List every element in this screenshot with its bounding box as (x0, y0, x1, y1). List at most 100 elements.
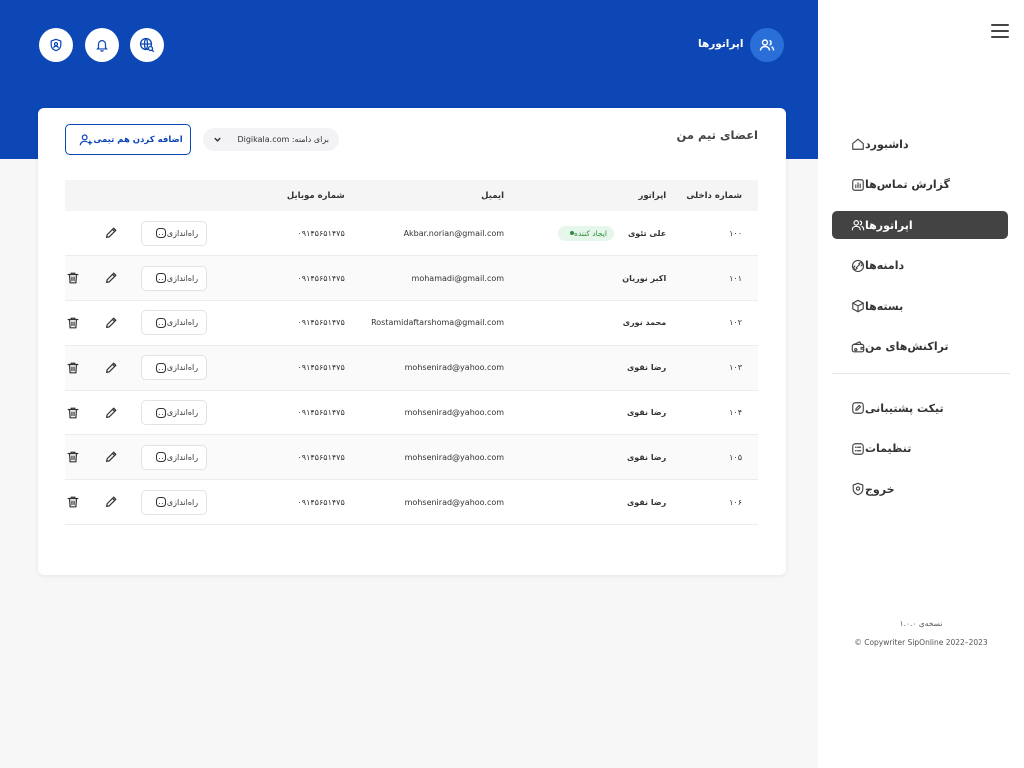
edit-icon (106, 272, 117, 284)
sidebar-item-5[interactable]: تراکنش‌های من (832, 333, 1008, 361)
edit-button[interactable] (103, 360, 119, 376)
sidebar-item-label: بسته‌ها (865, 299, 904, 313)
notifications-button[interactable] (85, 28, 119, 62)
setup-icon (155, 273, 166, 284)
edit-button[interactable] (103, 270, 119, 286)
sidebar-item-6[interactable]: تیکت پشتیبانی (832, 394, 1008, 422)
operator-name: رضا نقوی (626, 452, 667, 462)
sidebar-item-8[interactable]: خروج (832, 475, 1008, 503)
operator-name: رضا نقوی (626, 497, 667, 507)
copyright: © Copywriter SipOnline 2022–2023 (854, 638, 988, 647)
sidebar-divider (832, 373, 1010, 374)
setup-icon (155, 228, 166, 239)
sidebar-item-label: دامنه‌ها (865, 259, 905, 272)
extension-cell: ۱۰۲ (670, 300, 758, 346)
sidebar-item-7[interactable]: تنظیمات (832, 435, 1008, 463)
delete-button[interactable] (65, 405, 81, 421)
hamburger-line (991, 24, 1009, 26)
sidebar-item-label: تراکنش‌های من (865, 340, 949, 353)
edit-button[interactable] (103, 494, 119, 510)
operator-name: رضا نقوی (626, 408, 667, 418)
edit-button[interactable] (103, 315, 119, 331)
domain-select[interactable]: برای دامنه: Digikala.com (203, 128, 339, 151)
menu-toggle[interactable] (991, 24, 1009, 38)
mobile-cell: ۰۹۱۴۵۶۵۱۴۷۵ (211, 479, 357, 526)
sidebar-item-3[interactable]: دامنه‌ها (832, 252, 1008, 280)
setup-button[interactable]: راه‌اندازی (141, 489, 207, 515)
delete-button[interactable] (65, 449, 81, 465)
table-row: راه‌اندازی ۰۹۱۴۵۶۵۱۴۷۵ mohsenirad@yahoo.co… (65, 345, 758, 391)
row-actions: راه‌اندازی (65, 444, 211, 470)
setup-button[interactable]: راه‌اندازی (141, 400, 207, 426)
creator-badge: ایجاد کننده (557, 225, 614, 241)
sidebar-item-4[interactable]: بسته‌ها (832, 292, 1008, 320)
email-cell: mohsenirad@yahoo.com (356, 345, 517, 391)
extension-cell: ۱۰۶ (670, 479, 758, 526)
setup-button[interactable]: راه‌اندازی (141, 444, 207, 470)
trash-icon (67, 407, 79, 419)
sidebar-item-0[interactable]: داشبورد (832, 130, 1008, 158)
operator-name: محمد نوری (622, 318, 667, 328)
trash-icon (67, 272, 79, 284)
operator-cell-wrap: رضا نقوی (516, 479, 671, 526)
table-row: راه‌اندازی ۰۹۱۴۵۶۵۱۴۷۵ Rostamidaftarshoma@… (65, 300, 758, 346)
setup-button[interactable]: راه‌اندازی (141, 310, 207, 336)
setup-label: راه‌اندازی (166, 363, 199, 373)
email-cell: Rostamidaftarshoma@gmail.com (356, 300, 517, 346)
chevron-down-icon (214, 137, 221, 142)
email-cell: mohsenirad@yahoo.com (356, 479, 517, 526)
edit-icon (106, 451, 117, 463)
mobile-header: شماره موبایل (211, 180, 357, 211)
setup-icon (155, 407, 166, 418)
setup-button[interactable]: راه‌اندازی (141, 355, 207, 381)
extension-cell: ۱۰۳ (670, 345, 758, 391)
actions-header (65, 180, 211, 211)
mobile-cell: ۰۹۱۴۵۶۵۱۴۷۵ (211, 345, 357, 391)
delete-button[interactable] (65, 270, 81, 286)
delete-button[interactable] (65, 494, 81, 510)
operator-cell-wrap: اکبر نوریان (516, 255, 671, 302)
operator-cell-wrap: رضا نقوی (516, 390, 671, 436)
sidebar: داشبورد گزارش تماس‌ها اپراتورها دامنه‌ها بست… (818, 0, 1024, 768)
add-teammate-button[interactable]: اضافه کردن هم تیمی (65, 124, 191, 155)
user-plus-icon (80, 133, 93, 145)
email-cell: mohsenirad@yahoo.com (356, 434, 517, 481)
operators-table: شماره موبایل ایمیل اپراتور شماره داخلی ر… (65, 180, 758, 526)
chart-icon (852, 178, 864, 191)
extension-cell: ۱۰۰ (670, 211, 758, 257)
setup-icon (155, 497, 166, 508)
mobile-cell: ۰۹۱۴۵۶۵۱۴۷۵ (211, 434, 357, 481)
delete-button[interactable] (65, 360, 81, 376)
actions-cell: راه‌اندازی (65, 300, 211, 346)
edit-icon (106, 496, 117, 508)
team-members-card: اعضای تیم من برای دامنه: Digikala.com اض… (38, 108, 786, 575)
profile-button[interactable] (39, 28, 73, 62)
table-header-row: شماره موبایل ایمیل اپراتور شماره داخلی (65, 180, 758, 211)
sidebar-item-2[interactable]: اپراتورها (832, 211, 1008, 239)
trash-icon (67, 496, 79, 508)
setup-button[interactable]: راه‌اندازی (141, 265, 207, 291)
app-version: نسخه‌ی ۱.۰.۰ (899, 619, 943, 628)
delete-button[interactable] (65, 315, 81, 331)
sidebar-item-1[interactable]: گزارش تماس‌ها (832, 171, 1008, 199)
settings-list-icon (852, 442, 864, 455)
operator-cell: رضا نقوی (516, 363, 670, 372)
operator-header: اپراتور (516, 180, 671, 211)
actions-cell: راه‌اندازی (65, 479, 211, 526)
edit-button[interactable] (103, 225, 119, 241)
domain-search-button[interactable] (130, 28, 164, 62)
operator-cell-wrap: رضا نقوی (516, 434, 671, 481)
box-icon (852, 299, 864, 313)
sidebar-item-label: خروج (865, 482, 895, 496)
sidebar-item-label: گزارش تماس‌ها (865, 178, 950, 191)
edit-icon (106, 362, 117, 373)
add-teammate-label: اضافه کردن هم تیمی (93, 134, 183, 145)
operator-cell: علی تئوی ایجاد کننده (516, 225, 670, 241)
operator-cell-wrap: رضا نقوی (516, 345, 671, 391)
setup-button[interactable]: راه‌اندازی (141, 220, 207, 246)
edit-button[interactable] (103, 449, 119, 465)
edit-button[interactable] (103, 405, 119, 421)
creator-badge-label: ایجاد کننده (573, 228, 607, 238)
actions-cell: راه‌اندازی (65, 211, 211, 257)
operator-cell: اکبر نوریان (516, 274, 670, 283)
